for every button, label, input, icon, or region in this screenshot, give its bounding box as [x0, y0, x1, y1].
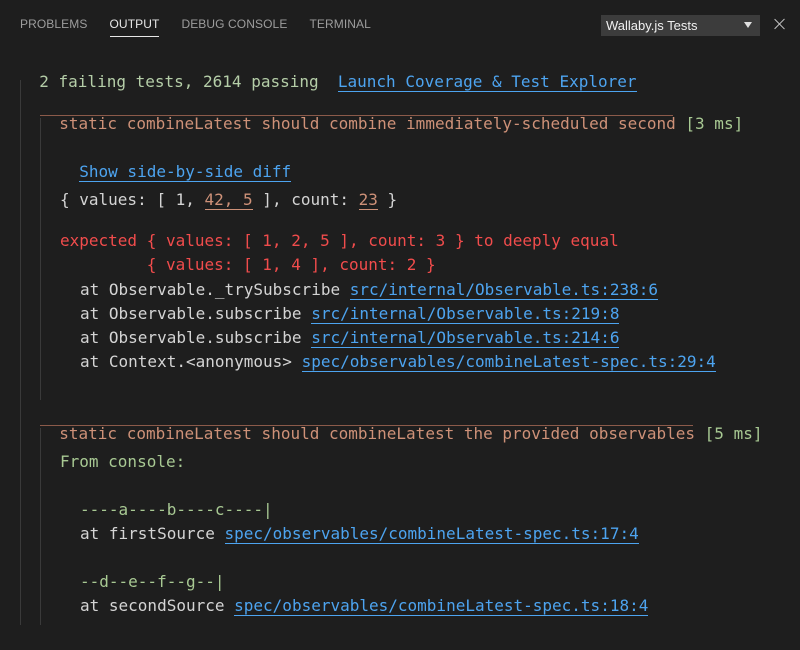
- panel-tabs: PROBLEMS OUTPUT DEBUG CONSOLE TERMINAL: [20, 17, 393, 37]
- summary-text: 2 failing tests, 2614 passing: [39, 72, 319, 91]
- actual-diff-values: 42, 5: [204, 190, 253, 210]
- test-summary: 2 failing tests, 2614 passing Launch Cov…: [20, 52, 637, 92]
- stack-frame-location: at Observable.subscribe: [80, 304, 302, 323]
- actual-mid: ], count:: [252, 190, 359, 209]
- tab-output[interactable]: OUTPUT: [109, 17, 160, 37]
- stack-frame: at Context.<anonymous> spec/observables/…: [80, 352, 716, 372]
- console-log-location: at firstSource: [80, 524, 215, 543]
- output-channel-value: Wallaby.js Tests: [606, 18, 698, 33]
- console-log-value: --d--e--f--g--|: [80, 572, 225, 591]
- stack-frame: at Observable._trySubscribe src/internal…: [80, 280, 658, 300]
- assertion-message: expected { values: [ 1, 2, 5 ], count: 3…: [60, 231, 619, 250]
- test-duration: [5 ms]: [704, 424, 763, 443]
- tab-terminal[interactable]: TERMINAL: [309, 17, 370, 37]
- output-channel-select[interactable]: Wallaby.js Tests: [601, 15, 760, 36]
- console-log-source: at secondSource spec/observables/combine…: [80, 596, 649, 616]
- actual-suffix: }: [377, 190, 398, 209]
- actual-prefix: { values: [ 1,: [60, 190, 205, 209]
- panel-header: PROBLEMS OUTPUT DEBUG CONSOLE TERMINAL W…: [0, 0, 800, 48]
- stack-frame-location: at Context.<anonymous>: [80, 352, 292, 371]
- tab-debug-console[interactable]: DEBUG CONSOLE: [181, 17, 287, 37]
- indent-guide: [20, 80, 21, 625]
- stack-frame: at Observable.subscribe src/internal/Obs…: [80, 328, 620, 348]
- stack-frame: at Observable.subscribe src/internal/Obs…: [80, 304, 620, 324]
- console-log-source: at firstSource spec/observables/combineL…: [80, 524, 639, 544]
- stack-frame-link[interactable]: src/internal/Observable.ts:219:8: [311, 304, 620, 324]
- console-log-link[interactable]: spec/observables/combineLatest-spec.ts:1…: [234, 596, 649, 616]
- stack-frame-link[interactable]: spec/observables/combineLatest-spec.ts:2…: [301, 352, 716, 372]
- actual-diff-count: 23: [358, 190, 378, 210]
- console-label: From console:: [60, 452, 186, 471]
- indent-guide: [40, 118, 41, 400]
- launch-coverage-link[interactable]: Launch Coverage & Test Explorer: [337, 72, 637, 92]
- test-duration: [3 ms]: [685, 114, 744, 133]
- side-by-side-diff-link[interactable]: Show side-by-side diff: [79, 162, 292, 182]
- test-title-underline: [40, 425, 693, 426]
- stack-frame-location: at Observable.subscribe: [80, 328, 302, 347]
- failing-test-header: static combineLatest should combineLates…: [40, 404, 762, 444]
- assertion-message-cont: { values: [ 1, 4 ], count: 2 }: [60, 255, 436, 274]
- test-title-underline: [40, 115, 673, 116]
- stack-frame-link[interactable]: src/internal/Observable.ts:214:6: [311, 328, 620, 348]
- console-log-link[interactable]: spec/observables/combineLatest-spec.ts:1…: [224, 524, 639, 544]
- test-title[interactable]: static combineLatest should combineLates…: [59, 424, 695, 443]
- console-log-value: ----a----b----c----|: [80, 500, 273, 519]
- stack-frame-location: at Observable._trySubscribe: [80, 280, 341, 299]
- chevron-down-icon: [744, 22, 752, 28]
- indent-guide: [40, 428, 41, 625]
- actual-value: { values: [ 1, 42, 5 ], count: 23 }: [60, 190, 397, 210]
- diff-link-row: Show side-by-side diff: [60, 142, 292, 182]
- console-log-location: at secondSource: [80, 596, 225, 615]
- test-title[interactable]: static combineLatest should combine imme…: [59, 114, 676, 133]
- failing-test-header: static combineLatest should combine imme…: [40, 94, 743, 134]
- stack-frame-link[interactable]: src/internal/Observable.ts:238:6: [349, 280, 658, 300]
- tab-problems[interactable]: PROBLEMS: [20, 17, 88, 37]
- close-icon[interactable]: [773, 17, 787, 31]
